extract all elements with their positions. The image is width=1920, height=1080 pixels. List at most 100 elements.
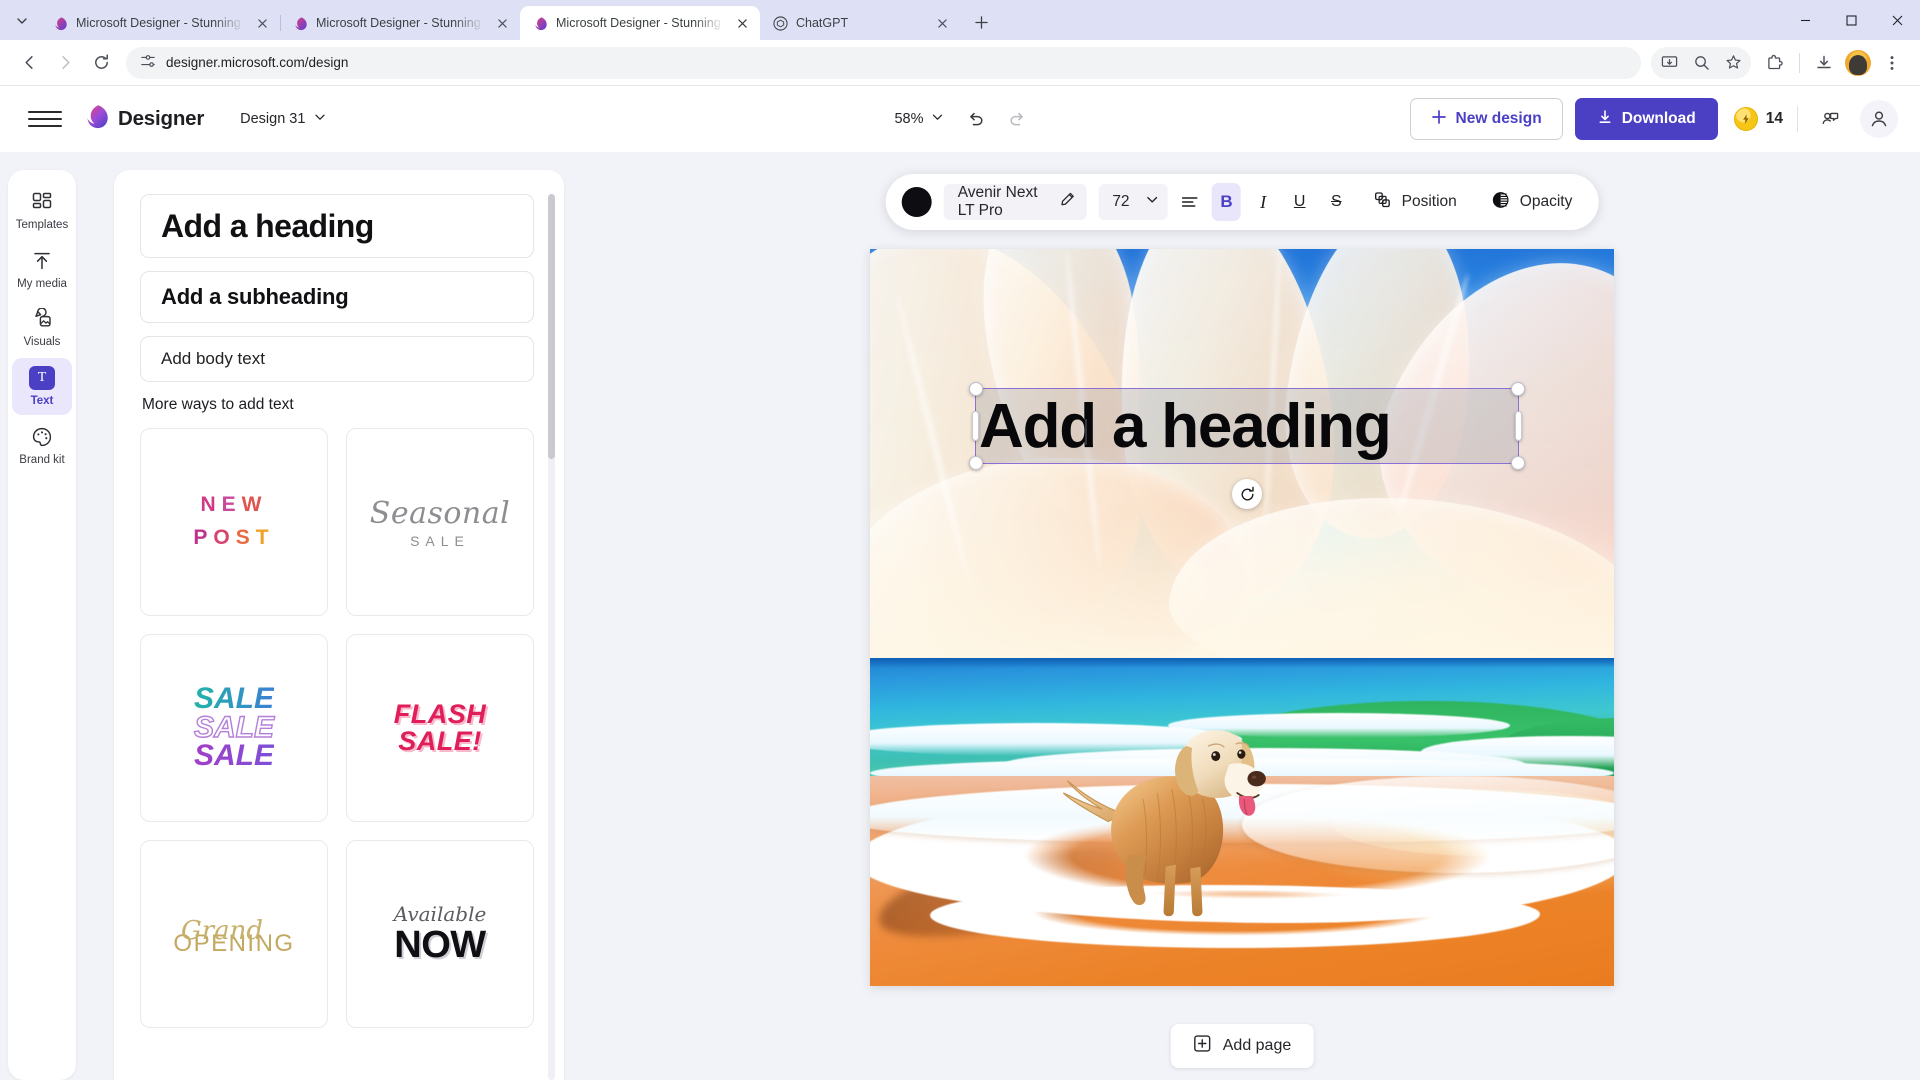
rotate-handle[interactable]: [1232, 479, 1262, 509]
flash-line-1: FLASH: [393, 699, 487, 729]
search-icon[interactable]: [1685, 47, 1717, 79]
brand-name: Designer: [118, 107, 205, 130]
text-style-card-available-now[interactable]: Available NOW: [346, 840, 534, 1028]
add-subheading-button[interactable]: Add a subheading: [140, 271, 534, 323]
new-post-preview: NEW POST: [193, 493, 275, 549]
pencil-icon[interactable]: [1058, 191, 1075, 213]
bold-button[interactable]: B: [1212, 183, 1241, 221]
add-heading-button[interactable]: Add a heading: [140, 194, 534, 258]
credits-badge[interactable]: 14: [1733, 107, 1783, 131]
designer-brand[interactable]: Designer: [84, 104, 204, 134]
chatgpt-icon: [772, 15, 788, 31]
sidebar-item-templates[interactable]: Templates: [12, 182, 72, 239]
plus-square-icon: [1193, 1034, 1212, 1058]
add-body-text-button[interactable]: Add body text: [140, 336, 534, 382]
artboard-wrapper: Add a heading: [870, 249, 1614, 986]
golden-retriever-illustration: [1049, 691, 1295, 956]
back-icon[interactable]: [12, 46, 46, 80]
window-maximize-button[interactable]: [1828, 0, 1874, 40]
document-name-dropdown[interactable]: Design 31: [226, 102, 337, 136]
share-collaborate-icon[interactable]: [1812, 101, 1848, 137]
grand-script-text: Grand: [180, 916, 264, 946]
new-design-label: New design: [1455, 110, 1542, 127]
browser-tab-3-active[interactable]: Microsoft Designer - Stunning d: [520, 6, 760, 40]
address-bar[interactable]: designer.microsoft.com/design: [126, 46, 1641, 79]
sidebar-item-label: Text: [30, 394, 54, 407]
window-close-button[interactable]: [1874, 0, 1920, 40]
italic-label: I: [1260, 191, 1267, 212]
sidebar-item-label: Brand kit: [19, 453, 65, 466]
sidebar-item-my-media[interactable]: My media: [12, 241, 72, 298]
font-family-selector[interactable]: Avenir Next LT Pro: [943, 184, 1087, 220]
sidebar-item-brand-kit[interactable]: Brand kit: [12, 417, 72, 474]
browser-profile-avatar[interactable]: [1845, 49, 1871, 76]
palette-icon: [31, 425, 53, 449]
opacity-button[interactable]: Opacity: [1479, 183, 1585, 221]
forward-icon[interactable]: [48, 46, 82, 80]
browser-tab-1[interactable]: Microsoft Designer - Stunning d: [40, 6, 281, 40]
close-icon[interactable]: [732, 13, 752, 33]
browser-toolbar: designer.microsoft.com/design: [0, 40, 1920, 86]
text-style-card-new-post[interactable]: NEW POST: [140, 428, 328, 616]
downloads-icon[interactable]: [1808, 47, 1840, 79]
zoom-level-dropdown[interactable]: 58%: [884, 103, 951, 135]
chrome-menu-icon[interactable]: [1876, 47, 1908, 79]
seasonal-caps-text: SALE: [410, 532, 470, 549]
text-color-swatch[interactable]: [901, 187, 932, 217]
zoom-level-value: 58%: [894, 111, 924, 127]
panel-scrollbar-thumb[interactable]: [548, 194, 555, 459]
underline-button[interactable]: U: [1285, 183, 1314, 221]
user-avatar[interactable]: [1860, 100, 1898, 138]
bookmark-star-icon[interactable]: [1717, 47, 1749, 79]
close-icon[interactable]: [492, 13, 512, 33]
seasonal-sale-preview: Seasonal SALE: [370, 496, 510, 549]
new-design-button[interactable]: New design: [1409, 98, 1563, 140]
redo-button[interactable]: [1000, 101, 1036, 137]
credits-count: 14: [1765, 110, 1783, 127]
browser-tab-strip: Microsoft Designer - Stunning d Microsof…: [0, 0, 1920, 40]
chevron-down-icon: [314, 111, 326, 127]
close-icon[interactable]: [252, 13, 272, 33]
italic-button[interactable]: I: [1249, 183, 1278, 221]
text-style-card-seasonal-sale[interactable]: Seasonal SALE: [346, 428, 534, 616]
install-app-icon[interactable]: [1653, 47, 1685, 79]
strikethrough-button[interactable]: S: [1322, 183, 1351, 221]
app-header: Designer Design 31 58% New design Downlo…: [0, 86, 1920, 152]
tab-search-dropdown-icon[interactable]: [8, 7, 36, 35]
designer-icon: [292, 15, 308, 31]
text-style-card-sale-stack[interactable]: SALE SALE SALE: [140, 634, 328, 822]
plus-icon: [1431, 109, 1447, 130]
text-panel-scroll-area: Add a heading Add a subheading Add body …: [114, 170, 564, 1080]
canvas-heading-text[interactable]: Add a heading: [975, 388, 1519, 464]
toolbar-divider: [1799, 52, 1800, 73]
add-heading-label: Add a heading: [161, 207, 374, 244]
text-style-card-flash-sale[interactable]: FLASH SALE!: [346, 634, 534, 822]
new-tab-button[interactable]: [966, 7, 996, 37]
sale-line-3: SALE: [193, 739, 274, 773]
site-settings-icon[interactable]: [140, 53, 156, 72]
window-minimize-button[interactable]: [1782, 0, 1828, 40]
sale-stack-preview: SALE SALE SALE: [193, 684, 274, 773]
download-button[interactable]: Download: [1574, 98, 1718, 140]
browser-tab-2[interactable]: Microsoft Designer - Stunning d: [280, 6, 520, 40]
horizon-haze: [870, 509, 1614, 670]
reload-icon[interactable]: [84, 46, 118, 80]
design-artboard[interactable]: Add a heading: [870, 249, 1614, 986]
available-script-text: Available: [393, 901, 487, 926]
sidebar-item-text[interactable]: T Text: [12, 357, 72, 415]
sidebar-item-visuals[interactable]: Visuals: [12, 299, 72, 356]
text-align-button[interactable]: [1176, 183, 1205, 221]
undo-button[interactable]: [958, 101, 994, 137]
close-icon[interactable]: [932, 13, 952, 33]
browser-tab-4[interactable]: ChatGPT: [760, 6, 960, 40]
font-size-selector[interactable]: 72: [1098, 184, 1168, 220]
text-style-card-grand-opening[interactable]: Grand OPENING: [140, 840, 328, 1028]
templates-icon: [31, 190, 53, 214]
add-page-button[interactable]: Add page: [1170, 1024, 1314, 1068]
flash-line-2: SALE!: [398, 726, 482, 756]
position-button[interactable]: Position: [1361, 183, 1469, 221]
add-body-text-label: Add body text: [161, 349, 265, 368]
layers-position-icon: [1373, 190, 1393, 215]
menu-icon[interactable]: [28, 102, 62, 136]
extensions-icon[interactable]: [1759, 47, 1791, 79]
